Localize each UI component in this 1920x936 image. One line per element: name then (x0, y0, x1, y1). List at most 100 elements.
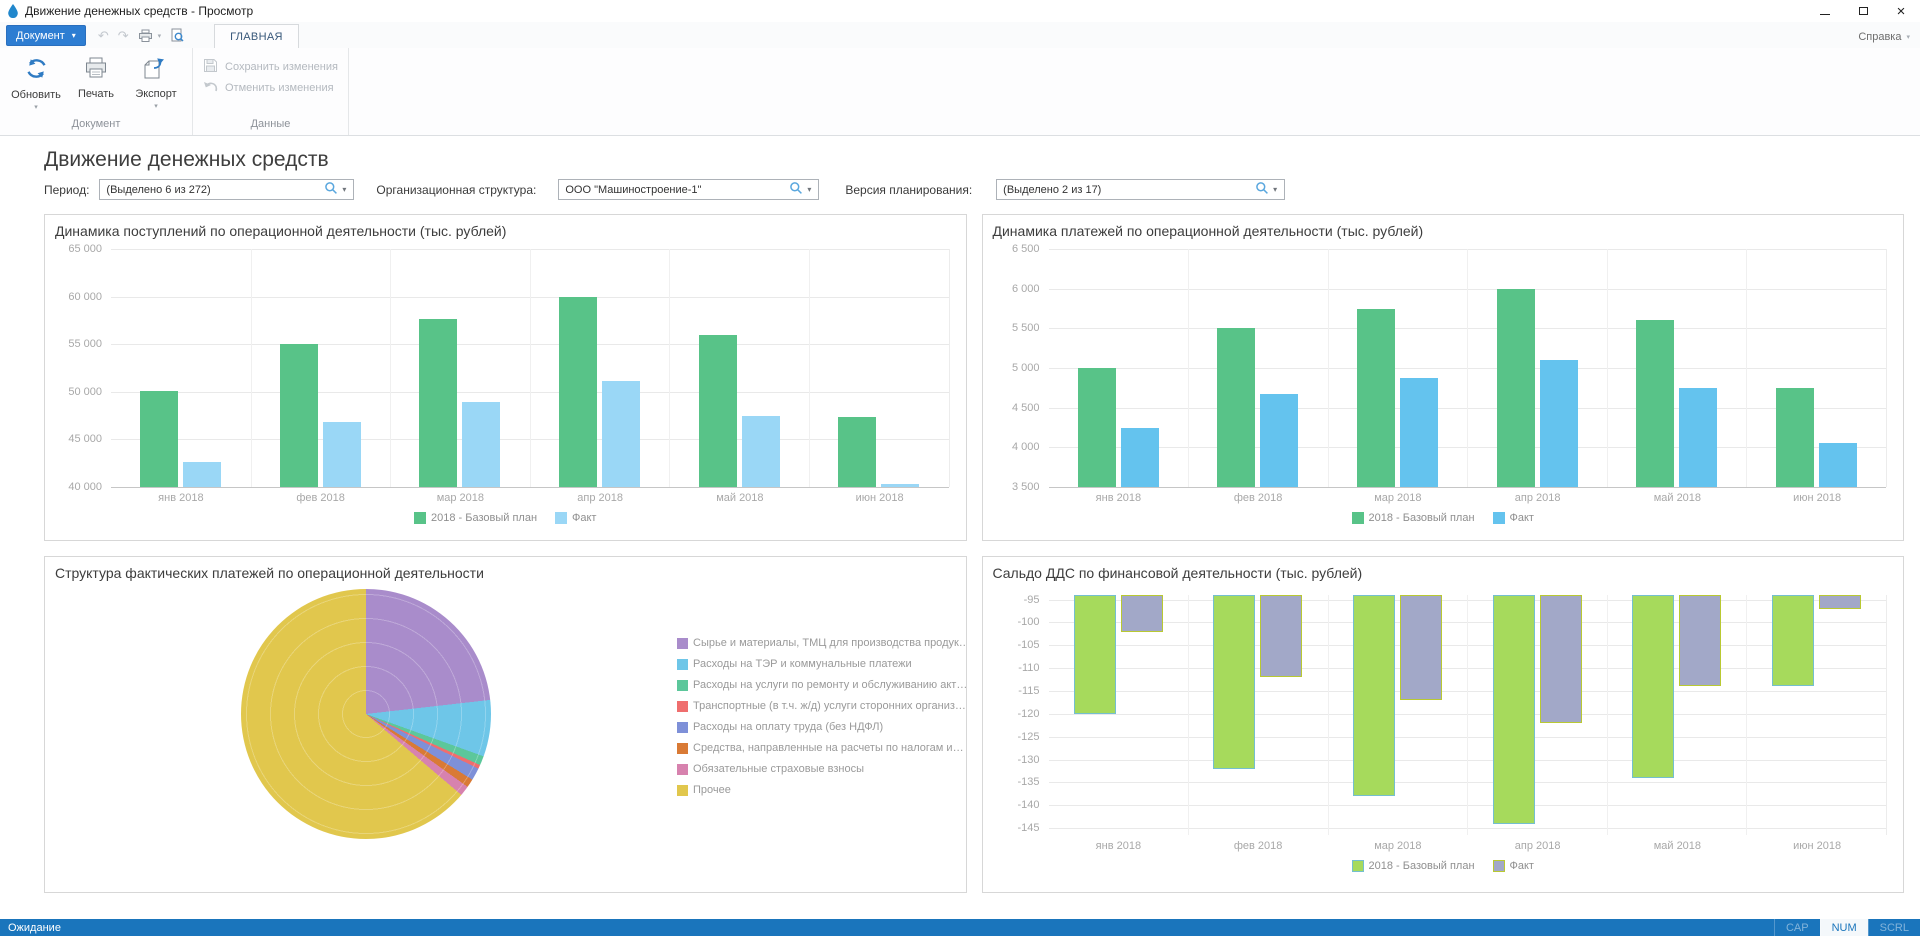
plan-version-select[interactable]: (Выделено 2 из 17) ▾ (996, 179, 1285, 200)
category-cell (1467, 249, 1607, 487)
pie-box: Сырье и материалы, ТМЦ для производства … (55, 581, 956, 839)
chart-panel-saldo: Сальдо ДДС по финансовой деятельности (т… (982, 556, 1905, 893)
bar-chart-saldo: -95-100-105-110-115-120-125-130-135-140-… (993, 595, 1894, 872)
legend-item: Средства, направленные на расчеты по нал… (677, 742, 967, 754)
legend-label: Факт (1510, 512, 1534, 524)
tab-glavnaya[interactable]: ГЛАВНАЯ (214, 24, 299, 48)
chart-title-receipts: Динамика поступлений по операционной дея… (55, 223, 956, 239)
category-cell (390, 249, 530, 487)
x-axis-label: фев 2018 (1188, 492, 1328, 504)
legend-label: Факт (1510, 860, 1534, 872)
bar (1632, 595, 1674, 778)
printer-icon (83, 55, 109, 84)
bars-row (1049, 249, 1887, 487)
window-title: Движение денежных средств - Просмотр (25, 4, 253, 18)
quick-access-toolbar: ↶ ↷ ▾ (98, 28, 184, 43)
x-axis-label: апр 2018 (1468, 492, 1608, 504)
legend-swatch (677, 701, 688, 712)
refresh-button[interactable]: Обновить ▾ (6, 51, 66, 116)
y-tick-label: 50 000 (55, 386, 102, 398)
bar (1213, 595, 1255, 769)
legend-label: 2018 - Базовый план (1369, 512, 1475, 524)
page-title: Движение денежных средств (44, 148, 1920, 172)
org-structure-select[interactable]: ООО "Машиностроение-1" ▾ (558, 179, 819, 200)
legend-swatch (677, 722, 688, 733)
y-tick-label: 5 000 (993, 362, 1040, 374)
period-select[interactable]: (Выделено 6 из 272) ▾ (99, 179, 354, 200)
x-axis-label: янв 2018 (111, 492, 251, 504)
bar (1540, 360, 1578, 487)
x-axis-label: мар 2018 (1328, 492, 1468, 504)
chart-legend: 2018 - Базовый план Факт (993, 512, 1894, 524)
legend-item: 2018 - Базовый план (414, 512, 537, 524)
save-changes-button[interactable]: Сохранить изменения (203, 56, 338, 77)
close-icon: × (1897, 4, 1906, 19)
legend-swatch (1493, 512, 1505, 524)
refresh-label: Обновить (11, 89, 61, 101)
quick-print-icon[interactable] (138, 29, 153, 43)
category-cell (1188, 249, 1328, 487)
status-text: Ожидание (8, 922, 61, 934)
bar (419, 319, 457, 488)
caps-lock-indicator: CAP (1774, 919, 1820, 936)
bar (1679, 388, 1717, 487)
legend-item: Транспортные (в т.ч. ж/д) услуги сторонн… (677, 700, 967, 712)
close-button[interactable]: × (1882, 0, 1920, 22)
bar (323, 422, 361, 487)
chart-legend: 2018 - Базовый планФакт (993, 860, 1894, 872)
undo-changes-button[interactable]: Отменить изменения (203, 77, 338, 98)
minimize-button[interactable] (1806, 0, 1844, 22)
x-axis-label: июн 2018 (810, 492, 950, 504)
legend-item: Факт (1493, 860, 1534, 872)
save-changes-label: Сохранить изменения (225, 61, 338, 73)
bars-row (111, 249, 949, 487)
y-tick-label: 3 500 (993, 481, 1040, 493)
chart-plot-area: 3 5004 0004 5005 0005 5006 0006 500 (993, 249, 1894, 487)
legend-item: Сырье и материалы, ТМЦ для производства … (677, 637, 967, 649)
ribbon-tab-row: Документ ▾ ↶ ↷ ▾ ГЛАВНАЯ Справка ▾ (0, 22, 1920, 48)
chart-plot (111, 249, 950, 487)
bar (838, 417, 876, 487)
y-tick-label: -115 (993, 685, 1040, 697)
legend-swatch (677, 680, 688, 691)
window-controls: × (1806, 0, 1920, 22)
x-axis-label: июн 2018 (1747, 840, 1887, 852)
tab-label: ГЛАВНАЯ (230, 31, 283, 43)
print-preview-icon[interactable] (170, 28, 184, 43)
y-tick-label: -95 (993, 594, 1040, 606)
ribbon: Обновить ▾ Печать (0, 48, 1920, 136)
legend-swatch (677, 764, 688, 775)
y-tick-label: -125 (993, 731, 1040, 743)
legend-label: Транспортные (в т.ч. ж/д) услуги сторонн… (693, 700, 966, 712)
bar (462, 402, 500, 487)
bar (1357, 309, 1395, 488)
ribbon-group-label-document: Документ (0, 116, 192, 135)
legend-swatch (1493, 860, 1505, 872)
export-button[interactable]: Экспорт ▾ (126, 51, 186, 116)
export-label: Экспорт (135, 88, 176, 100)
bar-chart-receipts: 40 00045 00050 00055 00060 00065 000 янв … (55, 249, 956, 524)
chevron-down-icon[interactable]: ▾ (158, 32, 162, 40)
gridline (111, 487, 949, 488)
x-axis: янв 2018фев 2018мар 2018апр 2018май 2018… (111, 492, 950, 504)
plan-version-select-value: (Выделено 2 из 17) (1003, 184, 1255, 196)
plan-version-filter-label: Версия планирования: (845, 183, 972, 197)
legend-label: 2018 - Базовый план (431, 512, 537, 524)
print-button[interactable]: Печать (66, 51, 126, 116)
chart-plot-area: 40 00045 00050 00055 00060 00065 000 (55, 249, 956, 487)
document-menu-button[interactable]: Документ ▾ (6, 25, 86, 46)
bar (1121, 595, 1163, 632)
bar (1400, 595, 1442, 700)
redo-icon[interactable]: ↷ (118, 29, 129, 42)
x-axis-label: май 2018 (1608, 840, 1748, 852)
minimize-icon (1820, 14, 1830, 15)
x-axis: янв 2018фев 2018мар 2018апр 2018май 2018… (1049, 492, 1888, 504)
help-button[interactable]: Справка ▾ (1858, 31, 1910, 43)
bars-row (1049, 595, 1887, 835)
chevron-down-icon: ▾ (72, 31, 76, 40)
undo-icon[interactable]: ↶ (98, 29, 109, 42)
maximize-button[interactable] (1844, 0, 1882, 22)
y-tick-label: -135 (993, 776, 1040, 788)
category-cell (669, 249, 809, 487)
org-structure-filter-label: Организационная структура: (376, 183, 536, 197)
